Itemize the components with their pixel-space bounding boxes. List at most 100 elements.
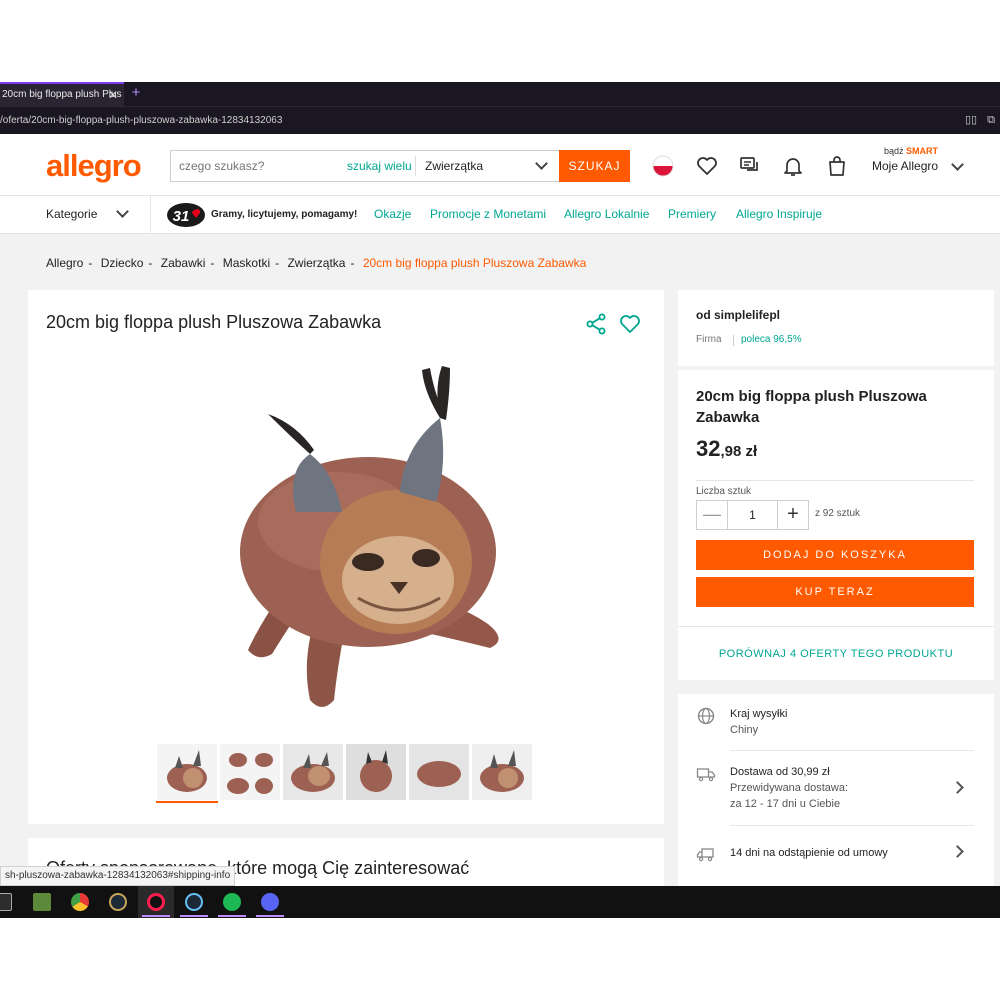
seller-recommendation[interactable]: poleca 96,5% [733,334,802,346]
quantity-increase-button[interactable]: + [778,501,808,529]
categories-label: Kategorie [46,207,98,221]
chrome-icon[interactable] [62,886,98,918]
divider [696,480,974,481]
categories-menu[interactable]: Kategorie [46,196,129,234]
product-thumbnail[interactable] [472,744,532,800]
breadcrumb-zwierzatka[interactable]: Zwierzątka [287,256,345,270]
breadcrumb-zabawki[interactable]: Zabawki [161,256,206,270]
discord-icon[interactable] [252,886,288,918]
allegro-logo[interactable]: allegro [46,148,142,184]
wosp-promo-text[interactable]: Gramy, licytujemy, pomagamy! [211,196,357,234]
new-tab-icon[interactable]: + [128,82,144,104]
buybox-title: 20cm big floppa plush Pluszowa Zabawka [696,388,927,426]
divider [730,750,974,751]
minecraft-icon[interactable] [24,886,60,918]
opera-gx-icon[interactable] [138,886,174,918]
seller-type: Firma [696,334,722,345]
delivery-row[interactable]: Dostawa od 30,99 zł Przewidywana dostawa… [678,752,994,826]
add-to-cart-button[interactable]: DODAJ DO KOSZYKA [696,540,974,570]
chevron-down-icon [535,157,548,170]
breadcrumb-current: 20cm big floppa plush Pluszowa Zabawka [362,256,587,270]
share-icon[interactable] [584,312,608,336]
shipping-info-card: Kraj wysyłki Chiny Dostawa od 30,99 zł P… [678,694,994,886]
product-thumbnail[interactable] [157,744,217,800]
reader-mode-icon[interactable]: ▯▯ [964,113,978,127]
chevron-down-icon [951,158,964,171]
breadcrumb-allegro[interactable]: Allegro [46,256,83,270]
quantity-available: z 92 sztuk [815,508,861,519]
search-many-link[interactable]: szukaj wielu [347,151,412,181]
product-thumbnail[interactable] [220,744,280,800]
nav-link-inspiruje[interactable]: Allegro Inspiruje [736,196,822,234]
buy-now-button[interactable]: KUP TERAZ [696,577,974,607]
favorite-heart-icon[interactable] [618,312,642,336]
browser-tab[interactable]: 20cm big floppa plush Plus ✕ [0,82,124,106]
active-app-indicator [180,915,208,917]
buy-box-card: 20cm big floppa plush Pluszowa Zabawka 3… [678,370,994,680]
poland-flag-icon[interactable] [651,154,675,178]
product-thumbnail[interactable] [283,744,343,800]
steam-icon[interactable] [176,886,212,918]
returns-row[interactable]: 14 dni na odstąpienie od umowy [678,826,994,882]
breadcrumb-dziecko[interactable]: Dziecko [101,256,144,270]
price-decimal: ,98 zł [720,443,758,460]
search-input[interactable] [179,151,339,181]
nav-link-promocje[interactable]: Promocje z Monetami [430,196,546,234]
bell-icon[interactable] [781,154,805,178]
delivery-price: Dostawa od 30,99 zł [730,766,830,778]
smart-promo[interactable]: bądź SMART [884,146,938,156]
returns-policy: 14 dni na odstąpienie od umowy [730,847,888,859]
wosp-number: 31 [173,208,190,225]
seller-name[interactable]: od simplelifepl [696,308,780,322]
shipping-country-value: Chiny [730,724,759,736]
search-divider [415,156,416,176]
heart-icon[interactable] [695,154,719,178]
product-thumbnail[interactable] [409,744,469,800]
nav-link-okazje[interactable]: Okazje [374,196,411,234]
close-tab-icon[interactable]: ✕ [106,84,120,106]
search-box: szukaj wielu Zwierzątka SZUKAJ [170,150,630,182]
quantity-input[interactable]: 1 [727,501,778,529]
quantity-decrease-button[interactable]: — [697,501,727,529]
search-category-select[interactable]: Zwierzątka [425,151,555,181]
nav-link-lokalnie[interactable]: Allegro Lokalnie [564,196,649,234]
my-allegro-label: Moje Allegro [872,159,939,173]
nav-link-premiery[interactable]: Premiery [668,196,716,234]
product-thumbnail[interactable] [346,744,406,800]
wosp-logo[interactable]: 31 [166,202,206,228]
active-app-indicator [218,915,246,917]
active-thumbnail-indicator [156,801,218,803]
link-status-bar: sh-pluszowa-zabawka-12834132063#shipping… [0,866,236,886]
price-main: 32 [696,436,721,461]
category-nav: Kategorie 31 Gramy, licytujemy, pomagamy… [0,196,1000,234]
breadcrumb-maskotki[interactable]: Maskotki [223,256,270,270]
active-app-indicator [256,915,284,917]
product-main-image[interactable] [218,362,508,712]
messages-icon[interactable] [738,154,762,178]
active-app-indicator [142,915,170,917]
search-button[interactable]: SZUKAJ [559,150,630,182]
address-bar[interactable]: /oferta/20cm-big-floppa-plush-pluszowa-z… [0,106,1000,134]
tab-title: 20cm big floppa plush Plus [2,89,122,100]
quantity-label: Liczba sztuk [696,486,752,497]
globe-icon [697,707,715,725]
taskbar [0,886,1000,918]
smart-label: SMART [906,146,939,156]
url-text[interactable]: /oferta/20cm-big-floppa-plush-pluszowa-z… [0,107,282,135]
shipping-country-label: Kraj wysyłki [730,708,788,720]
return-truck-icon [696,848,714,862]
nav-divider [150,196,151,234]
cart-bag-icon[interactable] [825,154,849,178]
product-title: 20cm big floppa plush Pluszowa Zabawka [46,312,382,332]
snapshot-icon[interactable]: ⧉ [984,113,998,127]
my-allegro-menu[interactable]: bądź SMART Moje Allegro [872,146,982,186]
price: 32,98 zł [696,436,757,462]
league-of-legends-icon[interactable] [100,886,136,918]
shipping-country-row: Kraj wysyłki Chiny [678,694,994,752]
product-gallery-card: 20cm big floppa plush Pluszowa Zabawka [28,290,664,824]
spotify-icon[interactable] [214,886,250,918]
screenshot-frame: 20cm big floppa plush Plus ✕ + /oferta/2… [0,0,1000,1000]
compare-offers-link[interactable]: PORÓWNAJ 4 OFERTY TEGO PRODUKTU [678,648,994,680]
site-header: allegro szukaj wielu Zwierzątka SZUKAJ [0,136,1000,196]
search-category-value: Zwierzątka [425,159,484,173]
